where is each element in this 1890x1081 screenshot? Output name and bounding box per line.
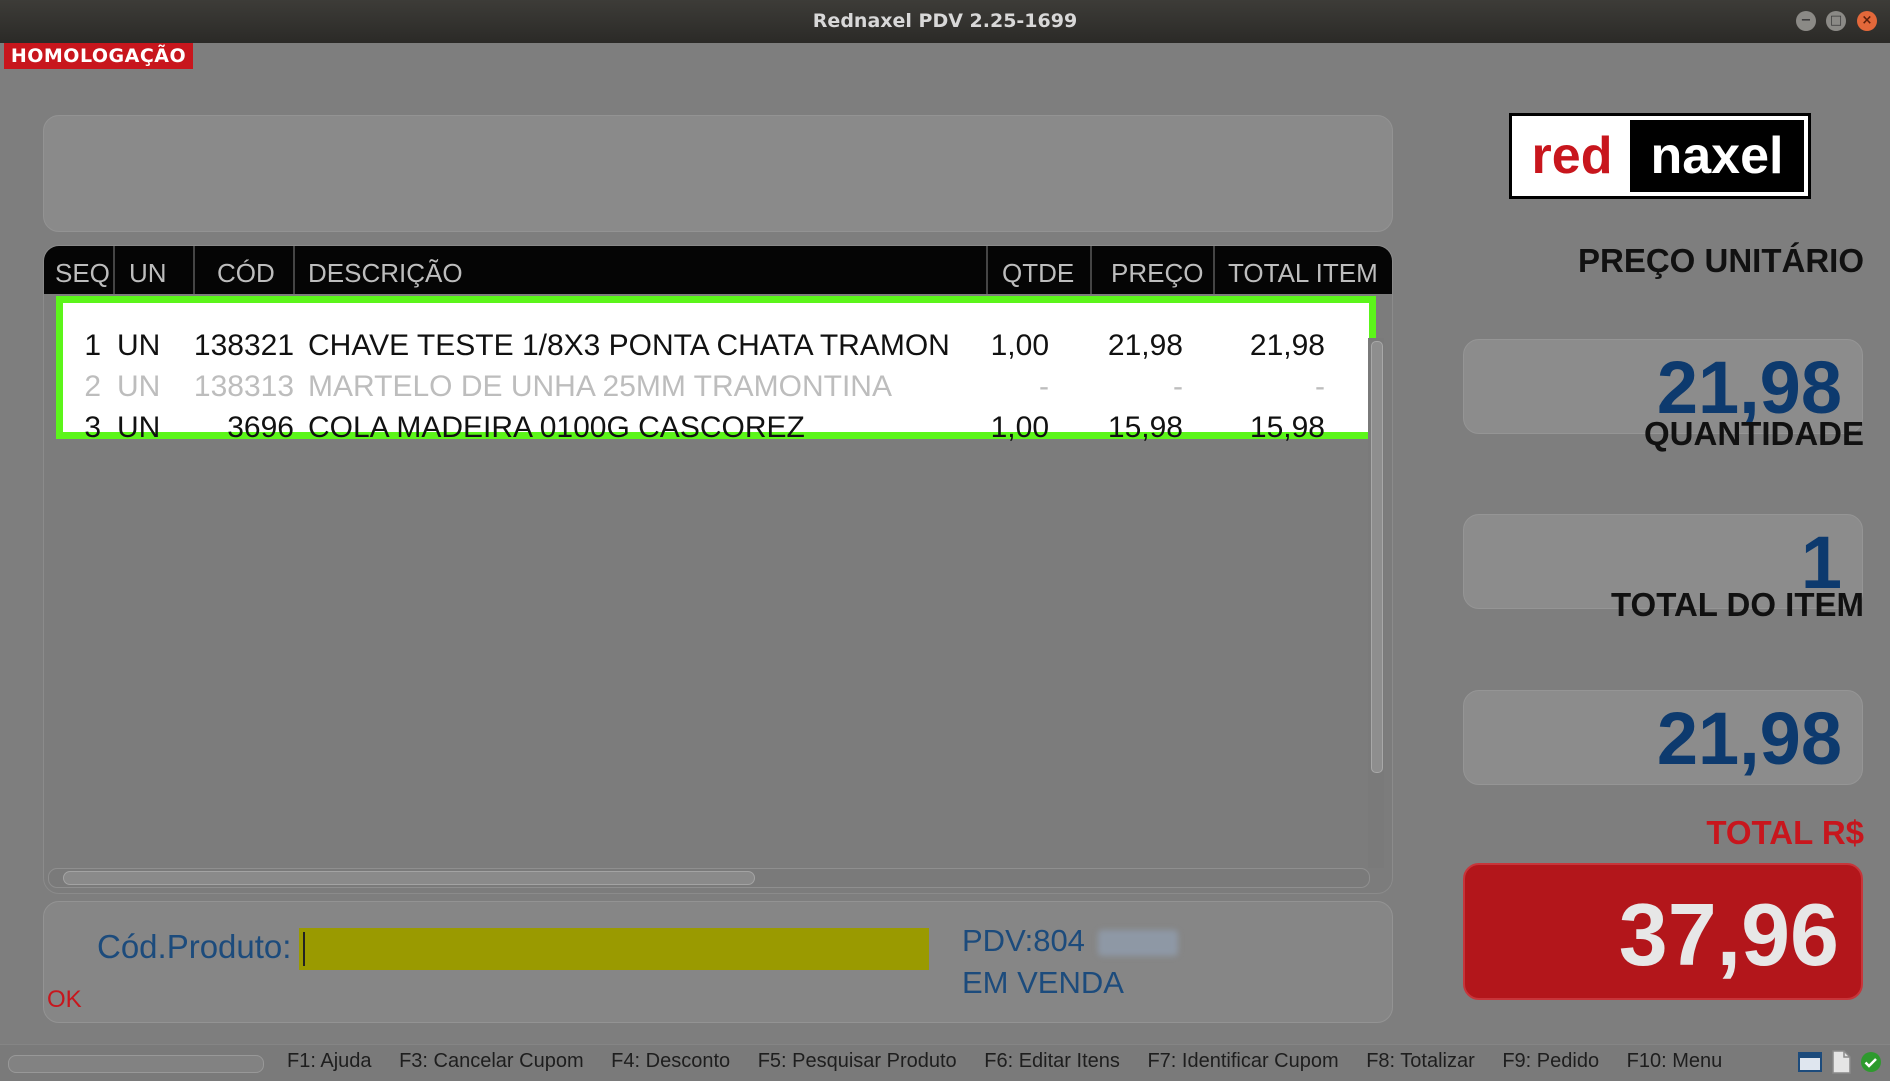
cell-un: UN (117, 329, 161, 362)
cell-cod: 138313 (193, 370, 294, 403)
fkey-f1[interactable]: F1: Ajuda (287, 1050, 372, 1072)
logo-red-part: red (1531, 127, 1613, 185)
ok-check-icon (1860, 1051, 1882, 1077)
cell-preco: - (1173, 370, 1183, 403)
cell-cod: 138321 (193, 329, 294, 362)
unit-price-label: PREÇO UNITÁRIO (1577, 242, 1864, 279)
rednaxel-logo: red naxel (1509, 113, 1811, 199)
cell-descricao: CHAVE TESTE 1/8X3 PONTA CHATA TRAMON (308, 329, 950, 362)
horizontal-scroll-thumb[interactable] (63, 871, 755, 885)
cell-preco: 15,98 (1107, 411, 1183, 444)
header-un: UN (129, 258, 167, 288)
status-ok: OK (47, 986, 82, 1013)
fkey-f9[interactable]: F9: Pedido (1502, 1050, 1599, 1072)
cell-qtde: 1,00 (990, 329, 1049, 362)
cell-total: 21,98 (1249, 329, 1325, 362)
grand-total-box: 37,96 (1463, 863, 1863, 1000)
horizontal-scrollbar[interactable] (48, 868, 1370, 888)
minimize-icon[interactable]: − (1796, 11, 1816, 31)
cell-preco: 21,98 (1107, 329, 1183, 362)
document-icon (1831, 1050, 1851, 1078)
grand-total-value: 37,96 (1618, 885, 1839, 984)
window-title: Rednaxel PDV 2.25-1699 (812, 10, 1078, 32)
fkey-f7[interactable]: F7: Identificar Cupom (1147, 1050, 1338, 1072)
cell-total: 15,98 (1249, 411, 1325, 444)
cell-un: UN (117, 411, 161, 444)
cell-total: - (1315, 370, 1325, 403)
sale-state: EM VENDA (962, 965, 1124, 1000)
header-descricao: DESCRIÇÃO (308, 258, 463, 288)
header-preco: PREÇO (1111, 258, 1204, 288)
fkey-f6[interactable]: F6: Editar Itens (984, 1050, 1120, 1072)
vertical-scroll-thumb[interactable] (1371, 341, 1383, 773)
cell-seq: 1 (84, 329, 101, 362)
header-qtde: QTDE (1002, 258, 1075, 288)
cell-qtde: - (1039, 370, 1049, 403)
function-keys: F1: Ajuda F3: Cancelar Cupom F4: Descont… (287, 1050, 1744, 1073)
text-caret (303, 932, 305, 966)
header-divider (1090, 246, 1092, 294)
status-bar: F1: Ajuda F3: Cancelar Cupom F4: Descont… (0, 1044, 1890, 1081)
item-total-box: 21,98 (1463, 690, 1863, 785)
quantity-label: QUANTIDADE (1644, 415, 1864, 452)
header-divider (193, 246, 195, 294)
window-icon (1798, 1051, 1822, 1077)
redacted-info (1098, 930, 1178, 956)
grand-total-label: TOTAL R$ (1706, 814, 1864, 851)
fkey-f4[interactable]: F4: Desconto (611, 1050, 730, 1072)
cell-cod: 3696 (227, 411, 294, 444)
table-row[interactable]: 3 UN 3696 COLA MADEIRA 0100G CASCOREZ 1,… (63, 411, 1369, 451)
header-divider (986, 246, 988, 294)
cell-descricao: MARTELO DE UNHA 25MM TRAMONTINA (308, 370, 892, 403)
header-divider (293, 246, 295, 294)
item-total-label: TOTAL DO ITEM (1611, 586, 1864, 623)
message-panel (43, 115, 1393, 232)
header-divider (113, 246, 115, 294)
progress-bar (8, 1055, 264, 1073)
product-code-input[interactable] (299, 928, 929, 970)
fkey-f8[interactable]: F8: Totalizar (1366, 1050, 1475, 1072)
window-titlebar: Rednaxel PDV 2.25-1699 − □ × (0, 0, 1890, 43)
header-cod: CÓD (217, 258, 275, 288)
table-row-cancelled[interactable]: 2 UN 138313 MARTELO DE UNHA 25MM TRAMONT… (63, 370, 1369, 410)
grid-header: SEQ UN CÓD DESCRIÇÃO QTDE PREÇO TOTAL IT… (44, 246, 1392, 294)
cell-seq: 2 (84, 370, 101, 403)
selected-items-highlight: 1 UN 138321 CHAVE TESTE 1/8X3 PONTA CHAT… (56, 296, 1376, 444)
input-panel: Cód.Produto: OK PDV:804 EM VENDA (43, 901, 1393, 1023)
cell-seq: 3 (84, 411, 101, 444)
environment-badge: HOMOLOGAÇÃO (4, 43, 193, 69)
cell-qtde: 1,00 (990, 411, 1049, 444)
app-body: HOMOLOGAÇÃO SEQ UN CÓD DESCRIÇÃO QTDE PR… (0, 43, 1890, 1080)
items-grid: SEQ UN CÓD DESCRIÇÃO QTDE PREÇO TOTAL IT… (43, 245, 1393, 894)
fkey-f3[interactable]: F3: Cancelar Cupom (399, 1050, 584, 1072)
close-icon[interactable]: × (1857, 11, 1877, 31)
product-code-label: Cód.Produto: (97, 928, 292, 965)
cell-un: UN (117, 370, 161, 403)
header-seq: SEQ (55, 258, 110, 288)
cell-descricao: COLA MADEIRA 0100G CASCOREZ (308, 411, 805, 444)
maximize-icon[interactable]: □ (1826, 11, 1846, 31)
item-total-value: 21,98 (1656, 697, 1842, 780)
header-divider (1213, 246, 1215, 294)
header-total-item: TOTAL ITEM (1228, 258, 1378, 288)
fkey-f10[interactable]: F10: Menu (1627, 1050, 1723, 1072)
table-row[interactable]: 1 UN 138321 CHAVE TESTE 1/8X3 PONTA CHAT… (63, 329, 1369, 369)
status-icons (1798, 1050, 1886, 1078)
logo-black-part: naxel (1630, 120, 1804, 192)
fkey-f5[interactable]: F5: Pesquisar Produto (758, 1050, 957, 1072)
